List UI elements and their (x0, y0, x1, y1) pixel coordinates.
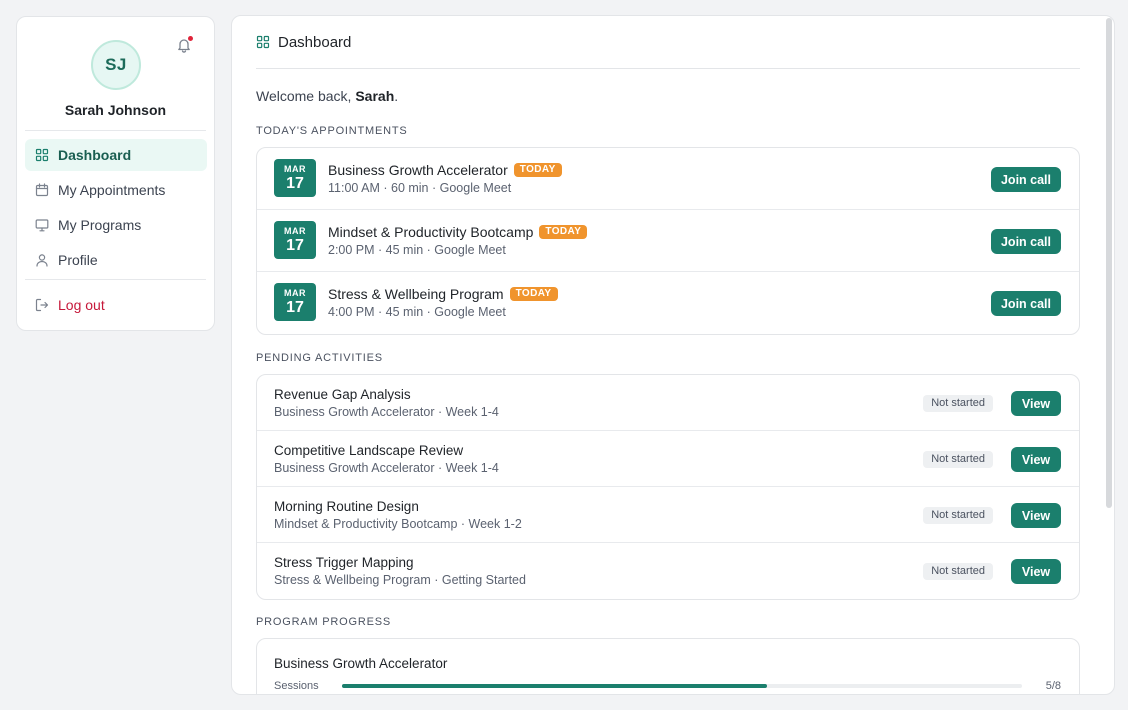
welcome-suffix: . (394, 88, 399, 104)
sidebar-item-profile[interactable]: Profile (25, 244, 207, 276)
sidebar-item-label: My Programs (58, 217, 142, 233)
activity-subtitle: Business Growth Accelerator · Week 1-4 (274, 461, 499, 475)
view-button[interactable]: View (1011, 503, 1061, 528)
grid-icon (35, 148, 49, 162)
appointment-title: Mindset & Productivity Bootcamp TODAY (328, 224, 588, 240)
calendar-icon (35, 183, 49, 197)
date-day: 17 (286, 299, 304, 316)
activity-subtitle: Business Growth Accelerator · Week 1-4 (274, 405, 499, 419)
page-title: Dashboard (278, 33, 352, 51)
date-month: MAR (284, 288, 306, 298)
notification-dot (188, 36, 193, 41)
appointment-title-text: Stress & Wellbeing Program (328, 286, 504, 302)
progress-fill (342, 684, 767, 688)
status-badge: Not started (923, 507, 993, 524)
welcome-message: Welcome back, Sarah. (256, 88, 398, 104)
activity-title: Competitive Landscape Review (274, 443, 464, 458)
status-badge: Not started (923, 563, 993, 580)
sidebar-item-label: My Appointments (58, 182, 166, 198)
scrollbar[interactable] (1106, 18, 1112, 508)
date-badge: MAR 17 (274, 283, 316, 321)
divider (25, 130, 206, 131)
today-badge: TODAY (539, 225, 588, 239)
activity-row: Stress Trigger Mapping Stress & Wellbein… (257, 543, 1079, 599)
date-day: 17 (286, 237, 304, 254)
program-name: Business Growth Accelerator (274, 656, 448, 671)
logout-label: Log out (58, 297, 105, 313)
date-month: MAR (284, 226, 306, 236)
join-call-button[interactable]: Join call (991, 291, 1061, 316)
progress-track (342, 684, 1022, 688)
main-panel: Dashboard Welcome back, Sarah. TODAY'S A… (231, 15, 1115, 695)
section-title-activities: PENDING ACTIVITIES (256, 352, 383, 364)
progress-card: Business Growth Accelerator Sessions 5/8 (256, 638, 1080, 694)
appointment-details: 4:00 PM · 45 min · Google Meet (328, 305, 506, 319)
activity-title: Stress Trigger Mapping (274, 555, 414, 570)
sidebar-item-my-appointments[interactable]: My Appointments (25, 174, 207, 206)
view-button[interactable]: View (1011, 559, 1061, 584)
welcome-prefix: Welcome back, (256, 88, 356, 104)
notification-bell-icon[interactable] (176, 36, 193, 53)
section-title-progress: PROGRAM PROGRESS (256, 616, 392, 628)
activities-card: Revenue Gap Analysis Business Growth Acc… (256, 374, 1080, 600)
welcome-name: Sarah (355, 88, 395, 104)
today-badge: TODAY (513, 163, 562, 177)
sidebar: SJ Sarah Johnson Dashboard My Appointmen… (16, 16, 215, 331)
avatar: SJ (91, 40, 141, 90)
join-call-button[interactable]: Join call (991, 229, 1061, 254)
today-badge: TODAY (509, 287, 558, 301)
divider (25, 279, 206, 280)
progress-count: 5/8 (1045, 680, 1061, 692)
sidebar-item-label: Profile (58, 252, 98, 268)
date-day: 17 (286, 175, 304, 192)
activity-row: Competitive Landscape Review Business Gr… (257, 431, 1079, 487)
logout-icon (35, 298, 49, 312)
user-icon (35, 253, 49, 267)
activity-title: Revenue Gap Analysis (274, 387, 411, 402)
date-badge: MAR 17 (274, 221, 316, 259)
appointment-title-text: Mindset & Productivity Bootcamp (328, 224, 534, 240)
view-button[interactable]: View (1011, 391, 1061, 416)
date-month: MAR (284, 164, 306, 174)
grid-icon (256, 35, 270, 49)
logout-button[interactable]: Log out (25, 289, 207, 321)
appointment-row: MAR 17 Business Growth Accelerator TODAY… (257, 148, 1079, 210)
date-badge: MAR 17 (274, 159, 316, 197)
join-call-button[interactable]: Join call (991, 167, 1061, 192)
appointment-title-text: Business Growth Accelerator (328, 162, 508, 178)
appointment-title: Business Growth Accelerator TODAY (328, 162, 562, 178)
appointment-title: Stress & Wellbeing Program TODAY (328, 286, 558, 302)
user-name: Sarah Johnson (64, 102, 167, 118)
appointment-details: 2:00 PM · 45 min · Google Meet (328, 243, 506, 257)
activity-title: Morning Routine Design (274, 499, 419, 514)
monitor-icon (35, 218, 49, 232)
page-header: Dashboard (256, 16, 1080, 69)
status-badge: Not started (923, 395, 993, 412)
activity-row: Revenue Gap Analysis Business Growth Acc… (257, 375, 1079, 431)
activity-subtitle: Stress & Wellbeing Program · Getting Sta… (274, 573, 526, 587)
sidebar-item-dashboard[interactable]: Dashboard (25, 139, 207, 171)
activity-row: Morning Routine Design Mindset & Product… (257, 487, 1079, 543)
appointment-row: MAR 17 Mindset & Productivity Bootcamp T… (257, 210, 1079, 272)
sidebar-item-my-programs[interactable]: My Programs (25, 209, 207, 241)
status-badge: Not started (923, 451, 993, 468)
activity-subtitle: Mindset & Productivity Bootcamp · Week 1… (274, 517, 522, 531)
sidebar-item-label: Dashboard (58, 147, 132, 163)
section-title-appointments: TODAY'S APPOINTMENTS (256, 125, 408, 137)
appointment-details: 11:00 AM · 60 min · Google Meet (328, 181, 512, 195)
appointment-row: MAR 17 Stress & Wellbeing Program TODAY … (257, 272, 1079, 334)
progress-label: Sessions (274, 680, 319, 692)
appointments-card: MAR 17 Business Growth Accelerator TODAY… (256, 147, 1080, 335)
view-button[interactable]: View (1011, 447, 1061, 472)
